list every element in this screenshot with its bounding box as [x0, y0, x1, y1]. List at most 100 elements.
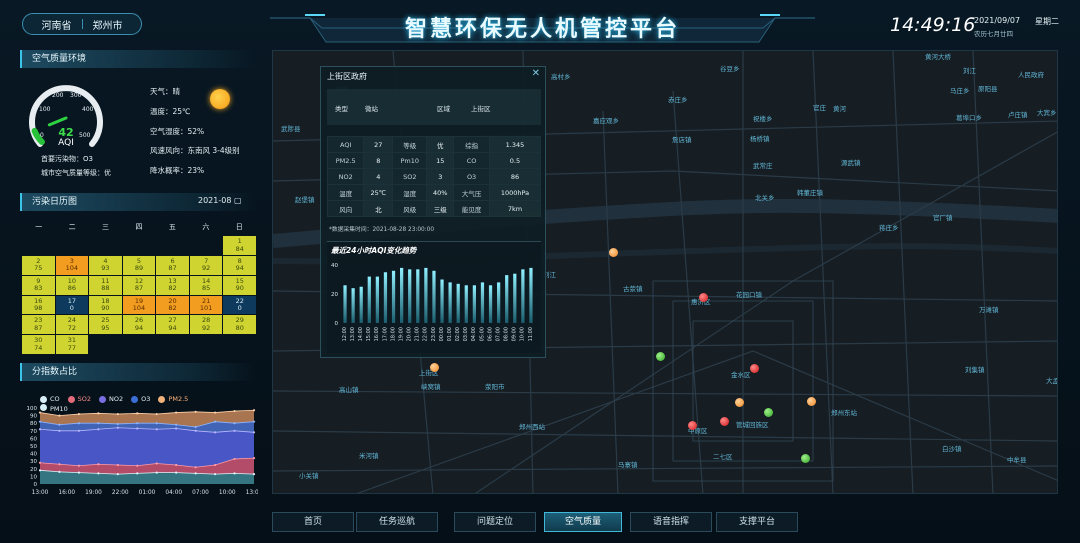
province-label[interactable]: 河南省: [42, 17, 72, 32]
station-marker-red[interactable]: [750, 364, 759, 373]
calendar-day[interactable]: 15 90: [223, 275, 256, 295]
weekday-label: 三: [102, 223, 110, 231]
x-tick-label: 18:00: [390, 327, 396, 341]
aqi-bar: [359, 286, 363, 323]
metric-key: SO2: [392, 168, 428, 185]
calendar-day[interactable]: 13 82: [156, 275, 189, 295]
calendar-day[interactable]: 28 92: [189, 315, 223, 335]
weekday-label: 五: [168, 223, 176, 231]
map-place-label: 北关乡: [755, 194, 775, 202]
calendar-day[interactable]: 21 101: [189, 295, 223, 315]
calendar-day[interactable]: 5 89: [122, 255, 156, 275]
nav-button[interactable]: 问题定位: [454, 512, 536, 532]
calendar-day[interactable]: 24 72: [55, 315, 89, 335]
metric-value: 三级: [426, 200, 455, 217]
data-point: [58, 423, 61, 426]
calendar-day[interactable]: 3 104: [55, 255, 89, 275]
x-tick-label: 07:00: [192, 490, 209, 496]
station-marker-green[interactable]: [764, 408, 773, 417]
legend-item[interactable]: CO: [40, 395, 60, 403]
aqi-bar: [448, 282, 452, 323]
y-tick-label: 40: [30, 452, 37, 458]
station-marker-green[interactable]: [656, 352, 665, 361]
x-tick-label: 08:00: [504, 327, 510, 341]
calendar-blank: [56, 236, 89, 255]
calendar-day[interactable]: 11 88: [89, 275, 122, 295]
station-marker-orange[interactable]: [807, 397, 816, 406]
nav-button[interactable]: 首页: [272, 512, 354, 532]
calendar-day[interactable]: 26 94: [122, 315, 156, 335]
calendar-day[interactable]: 18 90: [89, 295, 122, 315]
station-marker-red[interactable]: [699, 293, 708, 302]
day-aqi: 0: [69, 304, 74, 312]
map-place-label: 祝楼乡: [753, 115, 773, 123]
calendar-day[interactable]: 22 0: [223, 295, 256, 315]
day-aqi: 94: [168, 323, 177, 332]
legend-dot: [67, 395, 75, 403]
day-aqi: 94: [134, 323, 144, 332]
calendar-day[interactable]: 8 94: [223, 255, 256, 275]
x-tick-label: 23:00: [431, 327, 437, 341]
calendar-day[interactable]: 25 95: [89, 315, 122, 335]
legend-dot: [158, 395, 166, 403]
station-marker-orange[interactable]: [735, 398, 744, 407]
calendar-day[interactable]: 2 75: [22, 255, 55, 275]
day-aqi: 83: [34, 284, 43, 293]
legend-item[interactable]: NO2: [99, 395, 123, 403]
type-value: 微站: [365, 105, 378, 113]
data-point: [213, 411, 217, 414]
y-tick-label: 70: [30, 429, 37, 435]
station-marker-red[interactable]: [688, 421, 697, 430]
metric-key: 风向: [326, 200, 365, 217]
calendar-month[interactable]: 2021-08: [198, 196, 231, 205]
map-place-label: 赤庄乡: [668, 96, 688, 104]
calendar-day[interactable]: 31 77: [55, 335, 89, 354]
station-marker-orange[interactable]: [609, 248, 618, 257]
calendar-day[interactable]: 27 94: [156, 315, 189, 335]
region-selector[interactable]: 河南省 郑州市: [22, 13, 142, 35]
calendar-day[interactable]: 14 85: [189, 275, 223, 295]
close-icon[interactable]: ✕: [532, 68, 540, 79]
calendar-day[interactable]: 12 87: [122, 275, 156, 295]
calendar-day[interactable]: 9 83: [22, 275, 55, 295]
calendar-day[interactable]: 10 86: [55, 275, 89, 295]
nav-button[interactable]: 语音指挥: [630, 512, 712, 532]
nav-button[interactable]: 空气质量: [544, 512, 622, 532]
calendar-day[interactable]: 7 92: [189, 255, 223, 275]
metric-value: 北: [363, 200, 394, 217]
station-marker-orange[interactable]: [430, 363, 439, 372]
calendar-day[interactable]: 6 87: [156, 255, 189, 275]
clock-time: 14:49:16: [890, 14, 976, 36]
data-point: [175, 411, 178, 414]
station-marker-red[interactable]: [720, 417, 729, 426]
calendar-blank: [156, 236, 189, 255]
calendar-month-picker[interactable]: 2021-08 ▢: [198, 196, 242, 205]
nav-button[interactable]: 任务巡航: [356, 512, 438, 532]
gauge-tick: 400: [82, 106, 94, 113]
legend-item[interactable]: PM2.5: [158, 395, 188, 403]
city-label[interactable]: 郑州市: [93, 17, 123, 32]
legend-item[interactable]: SO2: [67, 395, 91, 403]
calendar-day[interactable]: 17 0: [55, 295, 89, 315]
calendar-day[interactable]: 30 74: [22, 335, 55, 354]
data-point: [97, 472, 100, 475]
calendar-day[interactable]: 19 104: [122, 295, 156, 315]
metric-key: 风级: [392, 200, 428, 217]
calendar-day[interactable]: 29 80: [223, 315, 256, 335]
data-point: [58, 470, 61, 473]
metric-key: NO2: [326, 168, 365, 185]
calendar-icon[interactable]: ▢: [234, 196, 242, 205]
calendar-day[interactable]: 4 93: [89, 255, 122, 275]
station-marker-green[interactable]: [801, 454, 810, 463]
data-point: [97, 428, 100, 431]
calendar-day[interactable]: 20 82: [156, 295, 189, 315]
metric-key: AQI: [326, 136, 365, 153]
legend-item[interactable]: O3: [131, 395, 150, 403]
temperature-text: 温度：25℃: [150, 107, 191, 116]
calendar-day[interactable]: 16 98: [22, 295, 55, 315]
nav-button[interactable]: 支撑平台: [716, 512, 798, 532]
air-quality-header: 空气质量环境: [20, 50, 256, 68]
calendar-day[interactable]: 1 84: [223, 236, 256, 255]
x-tick-label: 13:00: [350, 327, 356, 341]
calendar-day[interactable]: 23 87: [22, 315, 55, 335]
